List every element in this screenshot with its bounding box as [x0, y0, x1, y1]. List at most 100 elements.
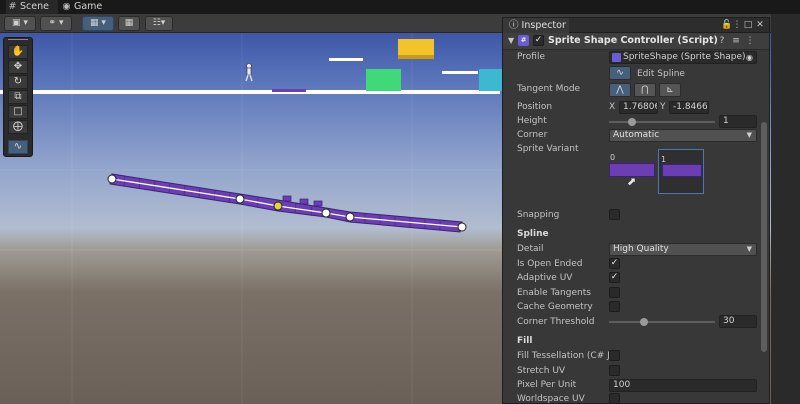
component-enabled-checkbox[interactable]: ✓ — [533, 35, 544, 46]
white-platform[interactable] — [329, 58, 363, 61]
corner-threshold-slider-thumb[interactable] — [639, 318, 648, 326]
tangent-continuous-button[interactable]: ⋂ — [634, 83, 656, 97]
ground-sprite-strip[interactable] — [272, 89, 306, 92]
sprite-shape[interactable] — [109, 173, 463, 233]
snapping-checkbox[interactable] — [609, 209, 620, 220]
corner-value: Automatic — [613, 130, 660, 140]
pixel-per-unit-value: 100 — [613, 380, 631, 390]
rotate-tool-button[interactable]: ↻ — [8, 75, 28, 89]
edit-spline-toggle[interactable]: ∿ — [609, 66, 631, 80]
window-tab-bar: # Scene ◉ Game — [0, 0, 800, 14]
grid-snap-icon: ▦ — [90, 18, 99, 28]
height-label: Height — [517, 116, 547, 126]
tab-scene-label: Scene — [20, 1, 49, 12]
scale-icon: ⧉ — [14, 91, 22, 102]
position-x-label: X — [609, 102, 616, 112]
ground-platform[interactable] — [0, 90, 500, 94]
stretch-uv-label: Stretch UV — [517, 366, 566, 376]
spline-control-point[interactable] — [107, 174, 117, 184]
green-block[interactable] — [366, 69, 401, 91]
tangent-broken-button[interactable]: ⊾ — [659, 83, 681, 97]
height-value: 1 — [723, 116, 729, 126]
corner-dropdown[interactable]: Automatic ▼ — [609, 129, 757, 142]
height-slider-track[interactable] — [609, 121, 715, 123]
chevron-down-icon[interactable]: ▼ — [508, 36, 514, 45]
spline-control-point[interactable] — [345, 212, 355, 222]
inspector-scrollbar[interactable] — [761, 122, 767, 352]
spline-edit-tool-button[interactable]: ∿ — [8, 140, 28, 154]
inspector-header: ⓘ Inspector 🔓 ⋮ □ ✕ — [503, 18, 769, 33]
tangent-linear-button[interactable]: ⋀ — [609, 83, 631, 97]
profile-object-field[interactable]: SpriteShape (Sprite Shape) ◉ — [609, 51, 757, 64]
gizmos-icon: ☷ — [152, 18, 161, 28]
cache-geometry-checkbox[interactable] — [609, 301, 620, 312]
spline-control-point[interactable] — [321, 208, 331, 218]
corner-threshold-field[interactable]: 30 — [719, 315, 757, 328]
fill-section-heading: Fill — [517, 336, 533, 346]
edit-spline-label: Edit Spline — [637, 69, 685, 79]
sprite-variant-item-selected[interactable]: 1 — [658, 149, 704, 194]
rect-tool-button[interactable]: □ — [8, 105, 28, 119]
stretch-uv-checkbox[interactable] — [609, 365, 620, 376]
pixel-per-unit-field[interactable]: 100 — [609, 379, 757, 392]
object-picker-icon[interactable]: ◉ — [746, 52, 753, 63]
player-character[interactable] — [245, 63, 253, 82]
hand-icon: ✋ — [11, 46, 25, 57]
tab-scene[interactable]: # Scene — [6, 0, 58, 14]
sprite-variant-label: Sprite Variant — [517, 144, 579, 154]
selected-spline-control-point[interactable] — [273, 201, 283, 211]
adaptive-uv-checkbox[interactable]: ✓ — [609, 272, 620, 283]
tab-inspector[interactable]: ⓘ Inspector — [503, 18, 569, 33]
rect-icon: □ — [13, 106, 23, 117]
grid-icon: # — [8, 1, 17, 12]
adaptive-uv-label: Adaptive UV — [517, 273, 573, 283]
grid-snap-button[interactable]: ▦ ▾ — [82, 16, 114, 31]
sprite-variant-item[interactable]: 0 ⬈ — [609, 149, 655, 193]
help-icon[interactable]: ? — [717, 35, 727, 48]
chevron-down-icon: ▾ — [160, 18, 166, 28]
tangent-mode-group: ⋀ ⋂ ⊾ — [609, 83, 689, 97]
move-tool-button[interactable]: ✥ — [8, 60, 28, 74]
menu-dots-icon[interactable]: ⋮ — [732, 19, 742, 32]
detail-value: High Quality — [613, 244, 669, 254]
linear-mode-icon: ⋀ — [616, 85, 624, 95]
fill-tessellation-checkbox[interactable] — [609, 350, 620, 361]
continuous-mode-icon: ⋂ — [641, 85, 649, 95]
scale-tool-button[interactable]: ⧉ — [8, 90, 28, 104]
corner-threshold-slider-track[interactable] — [609, 321, 715, 323]
height-slider-thumb[interactable] — [628, 118, 637, 126]
sprite-shape-asset-icon — [612, 53, 621, 62]
detail-dropdown[interactable]: High Quality ▼ — [609, 243, 757, 256]
close-icon[interactable]: ✕ — [755, 19, 765, 32]
2d-view-button[interactable]: ⚭ ▾ — [40, 16, 72, 31]
spline-control-point[interactable] — [235, 194, 245, 204]
position-x-field[interactable]: 1.76806 — [619, 101, 658, 114]
maximize-icon[interactable]: □ — [743, 19, 753, 32]
scene-tools-overlay: ✋ ✥ ↻ ⧉ □ ⨁ ∿ — [3, 37, 33, 157]
spline-control-point[interactable] — [457, 222, 467, 232]
snap-increment-button[interactable]: ▦ — [118, 16, 140, 31]
hand-tool-button[interactable]: ✋ — [8, 45, 28, 59]
position-y-field[interactable]: -1.8466 — [669, 101, 709, 114]
spline-section-heading: Spline — [517, 229, 549, 239]
is-open-ended-checkbox[interactable]: ✓ — [609, 258, 620, 269]
lock-icon[interactable]: 🔓 — [721, 19, 732, 32]
tab-game[interactable]: ◉ Game — [58, 0, 110, 14]
gizmos-button[interactable]: ☷▾ — [145, 16, 173, 31]
sprite-variant-thumbnail — [662, 164, 702, 177]
detail-label: Detail — [517, 244, 544, 254]
broken-mode-icon: ⊾ — [666, 85, 674, 95]
overlay-drag-handle[interactable] — [8, 38, 28, 42]
preset-icon[interactable]: ≡ — [731, 35, 741, 48]
shading-icon: ▣ — [12, 18, 21, 28]
corner-label: Corner — [517, 130, 548, 140]
component-header[interactable]: ▼ # ✓ Sprite Shape Controller (Script) ?… — [503, 33, 769, 50]
worldspace-uv-checkbox[interactable] — [609, 393, 620, 404]
cyan-block[interactable] — [479, 69, 503, 91]
enable-tangents-checkbox[interactable] — [609, 287, 620, 298]
menu-dots-icon[interactable]: ⋮ — [745, 35, 755, 48]
height-field[interactable]: 1 — [719, 115, 757, 128]
transform-tool-button[interactable]: ⨁ — [8, 120, 28, 134]
draw-mode-button[interactable]: ▣ ▾ — [4, 16, 36, 31]
white-platform[interactable] — [442, 71, 478, 74]
